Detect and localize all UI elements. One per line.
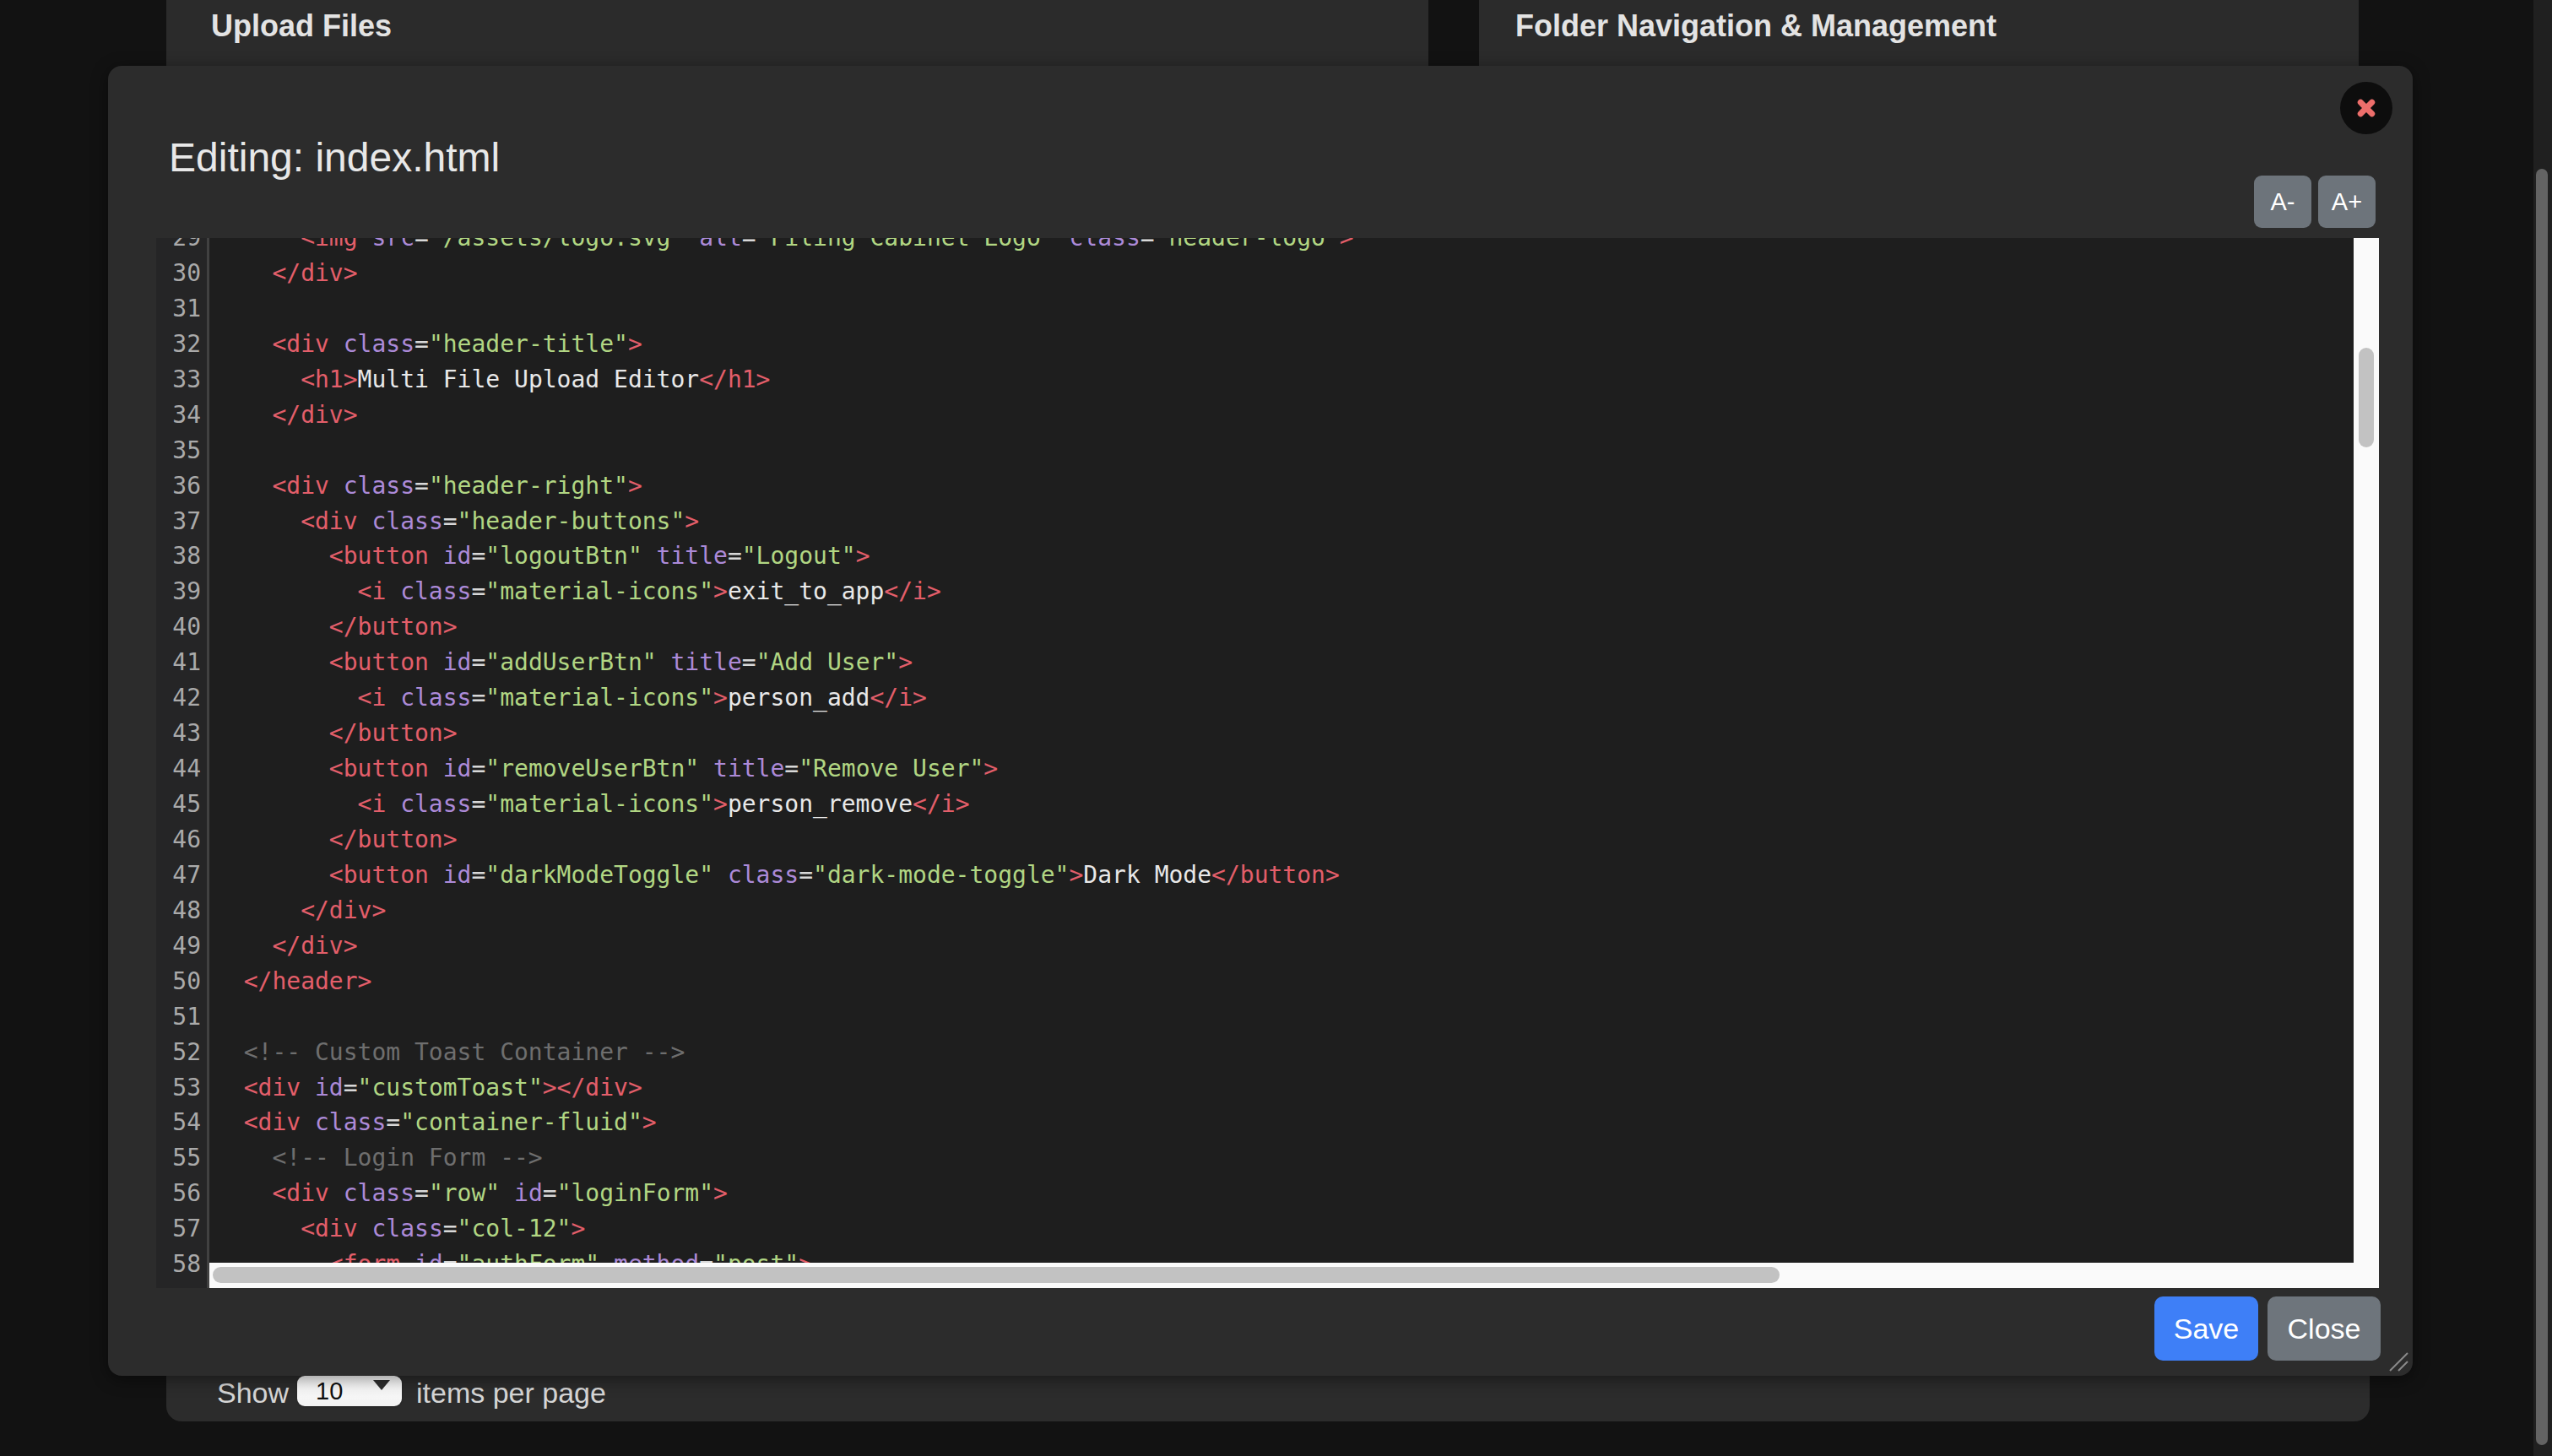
edit-file-modal: Editing: index.html A- A+ 29303132333435… bbox=[108, 66, 2413, 1376]
code-line: <div class="header-right"> bbox=[215, 468, 1354, 504]
line-number: 41 bbox=[156, 645, 201, 680]
code-line bbox=[215, 433, 1354, 468]
code-line: <button id="darkModeToggle" class="dark-… bbox=[215, 858, 1354, 893]
upload-files-panel-header: Upload Files bbox=[166, 0, 1428, 66]
folder-nav-panel-header: Folder Navigation & Management bbox=[1479, 0, 2359, 66]
code-line: <button id="removeUserBtn" title="Remove… bbox=[215, 751, 1354, 787]
code-line: <img src="/assets/logo.svg" alt="Filing … bbox=[215, 238, 1354, 256]
code-line: </button> bbox=[215, 822, 1354, 858]
upload-files-title: Upload Files bbox=[211, 8, 392, 44]
editor-vscrollbar-track[interactable] bbox=[2354, 238, 2379, 1288]
editor-vscrollbar-thumb[interactable] bbox=[2359, 348, 2374, 447]
line-number: 49 bbox=[156, 928, 201, 964]
close-button[interactable]: Close bbox=[2268, 1296, 2381, 1361]
line-number: 37 bbox=[156, 504, 201, 539]
code-editor[interactable]: 2930313233343536373839404142434445464748… bbox=[156, 238, 2379, 1288]
code-line: <div id="customToast"></div> bbox=[215, 1070, 1354, 1106]
line-number: 43 bbox=[156, 716, 201, 751]
code-line: </header> bbox=[215, 964, 1354, 999]
code-line: <i class="material-icons">exit_to_app</i… bbox=[215, 574, 1354, 609]
code-line: </div> bbox=[215, 893, 1354, 928]
code-line: </div> bbox=[215, 928, 1354, 964]
line-numbers: 2930313233343536373839404142434445464748… bbox=[156, 238, 201, 1282]
code-line: <button id="logoutBtn" title="Logout"> bbox=[215, 539, 1354, 574]
code-line: </button> bbox=[215, 609, 1354, 645]
code-line: <!-- Login Form --> bbox=[215, 1140, 1354, 1176]
code-line: <div class="row" id="loginForm"> bbox=[215, 1176, 1354, 1211]
line-number: 38 bbox=[156, 539, 201, 574]
page-scrollbar-thumb[interactable] bbox=[2536, 169, 2548, 1445]
code-content[interactable]: <img src="/assets/logo.svg" alt="Filing … bbox=[215, 238, 1354, 1282]
code-line: </div> bbox=[215, 256, 1354, 291]
code-line: <h1>Multi File Upload Editor</h1> bbox=[215, 362, 1354, 398]
show-label: Show bbox=[217, 1377, 289, 1410]
line-number: 33 bbox=[156, 362, 201, 398]
items-per-page-label: items per page bbox=[416, 1377, 606, 1410]
line-number: 56 bbox=[156, 1176, 201, 1211]
line-number: 29 bbox=[156, 238, 201, 256]
line-number: 52 bbox=[156, 1035, 201, 1070]
line-number: 55 bbox=[156, 1140, 201, 1176]
line-number: 30 bbox=[156, 256, 201, 291]
code-line bbox=[215, 291, 1354, 327]
line-number: 31 bbox=[156, 291, 201, 327]
font-increase-button[interactable]: A+ bbox=[2318, 176, 2376, 228]
folder-nav-title: Folder Navigation & Management bbox=[1515, 8, 1997, 44]
code-line: <div class="header-title"> bbox=[215, 327, 1354, 362]
modal-close-button[interactable] bbox=[2340, 82, 2392, 134]
select-dropdown-arrow-icon bbox=[373, 1380, 390, 1390]
line-number: 53 bbox=[156, 1070, 201, 1106]
line-number: 54 bbox=[156, 1105, 201, 1140]
resize-grip-icon[interactable] bbox=[2387, 1350, 2408, 1372]
line-number: 35 bbox=[156, 433, 201, 468]
code-line: <div class="col-12"> bbox=[215, 1211, 1354, 1247]
code-line: <div class="container-fluid"> bbox=[215, 1105, 1354, 1140]
line-number: 58 bbox=[156, 1247, 201, 1282]
line-number: 39 bbox=[156, 574, 201, 609]
code-line: <i class="material-icons">person_add</i> bbox=[215, 680, 1354, 716]
line-number: 46 bbox=[156, 822, 201, 858]
items-per-page-select[interactable]: 10 bbox=[297, 1376, 402, 1406]
page-scrollbar-track[interactable] bbox=[2533, 0, 2552, 1456]
items-per-page-value: 10 bbox=[316, 1378, 343, 1405]
code-line: </div> bbox=[215, 398, 1354, 433]
code-line: <button id="addUserBtn" title="Add User"… bbox=[215, 645, 1354, 680]
line-number: 47 bbox=[156, 858, 201, 893]
line-number: 32 bbox=[156, 327, 201, 362]
line-number: 48 bbox=[156, 893, 201, 928]
editor-hscrollbar-thumb[interactable] bbox=[213, 1267, 1780, 1283]
line-number: 51 bbox=[156, 999, 201, 1035]
line-number: 57 bbox=[156, 1211, 201, 1247]
line-number: 50 bbox=[156, 964, 201, 999]
code-line: <div class="header-buttons"> bbox=[215, 504, 1354, 539]
code-line: </button> bbox=[215, 716, 1354, 751]
line-number: 44 bbox=[156, 751, 201, 787]
line-number: 36 bbox=[156, 468, 201, 504]
line-number: 34 bbox=[156, 398, 201, 433]
code-line: <i class="material-icons">person_remove<… bbox=[215, 787, 1354, 822]
save-button[interactable]: Save bbox=[2154, 1296, 2258, 1361]
line-number: 45 bbox=[156, 787, 201, 822]
editor-hscrollbar-track[interactable] bbox=[209, 1263, 2379, 1288]
line-number: 40 bbox=[156, 609, 201, 645]
modal-title: Editing: index.html bbox=[169, 134, 500, 181]
font-decrease-button[interactable]: A- bbox=[2254, 176, 2311, 228]
gutter-divider bbox=[207, 238, 209, 1288]
code-line: <!-- Custom Toast Container --> bbox=[215, 1035, 1354, 1070]
code-line bbox=[215, 999, 1354, 1035]
line-number: 42 bbox=[156, 680, 201, 716]
